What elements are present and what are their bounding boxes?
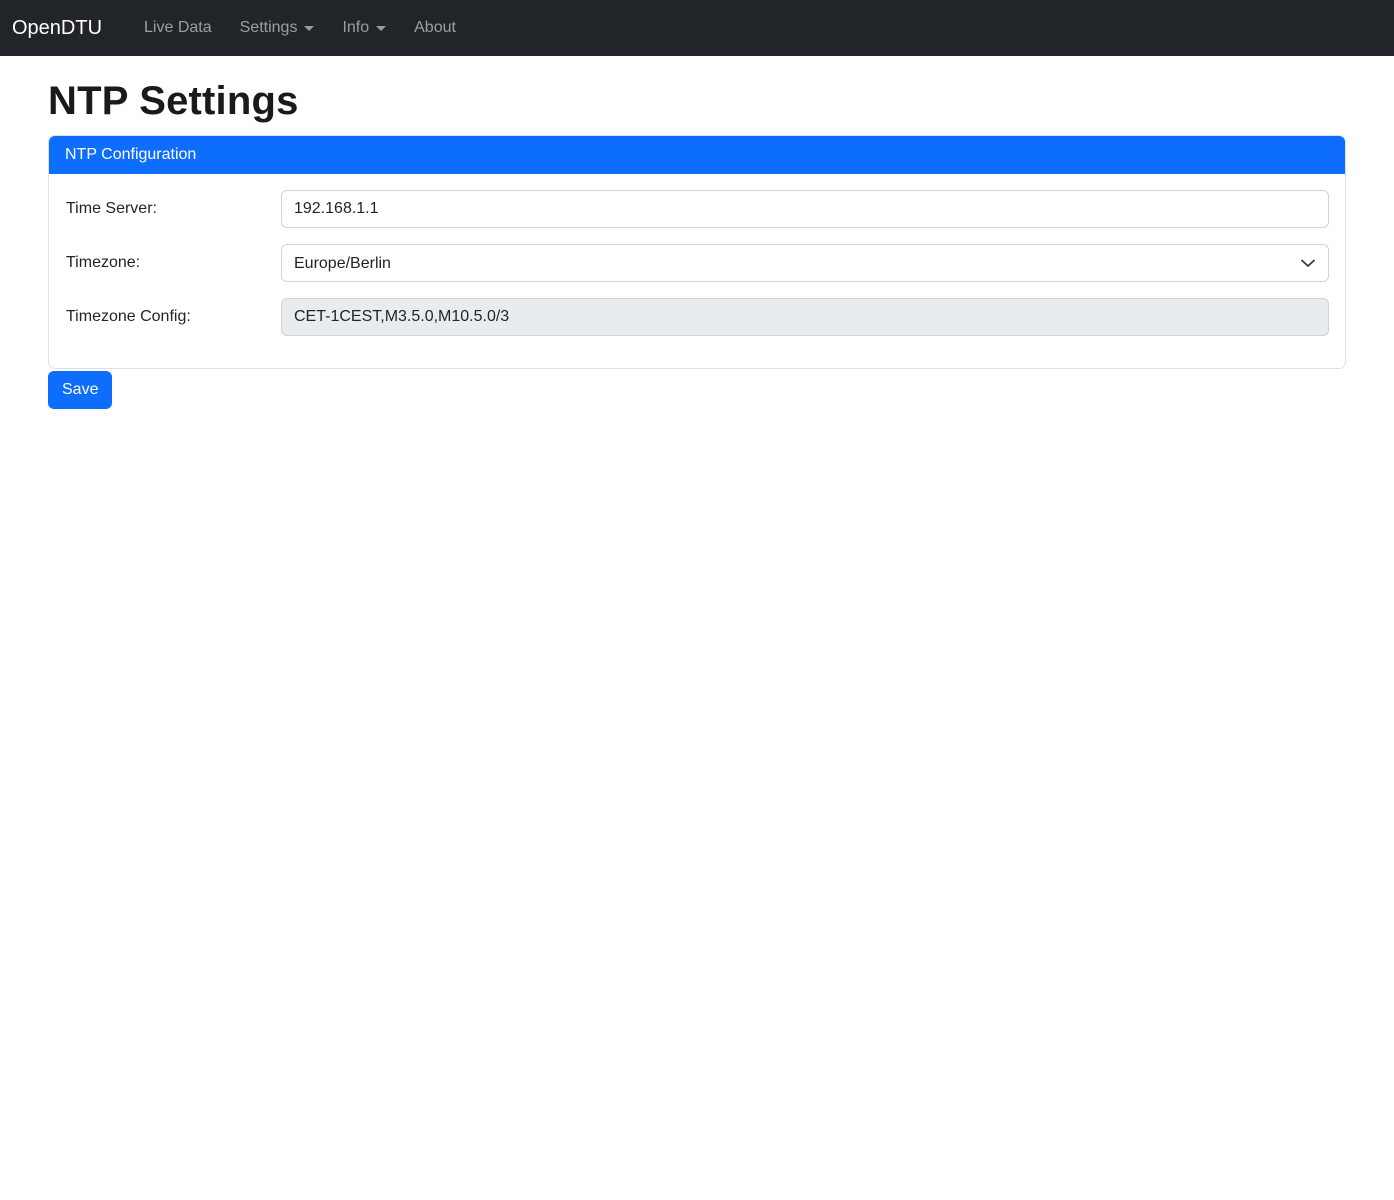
ntp-configuration-card: NTP Configuration Time Server: Timezone:…: [48, 135, 1346, 369]
navbar: OpenDTU Live Data Settings Info About: [0, 0, 1394, 56]
chevron-down-icon: [376, 26, 386, 31]
brand-logo[interactable]: OpenDTU: [12, 17, 102, 40]
chevron-down-icon: [304, 26, 314, 31]
nav-item-settings[interactable]: Settings: [240, 11, 315, 45]
timezone-field-col: Europe/Berlin: [281, 244, 1329, 282]
form-row-timezone-config: Timezone Config:: [65, 298, 1329, 336]
form-row-time-server: Time Server:: [65, 190, 1329, 228]
nav-item-label: About: [414, 19, 456, 37]
nav-item-info[interactable]: Info: [342, 11, 386, 45]
nav-item-label: Info: [342, 19, 369, 37]
page-title: NTP Settings: [48, 77, 1346, 125]
card-body: Time Server: Timezone: Europe/Berlin T: [49, 174, 1345, 368]
timezone-config-input: [281, 298, 1329, 336]
nav-links: Live Data Settings Info About: [130, 11, 470, 45]
save-button[interactable]: Save: [48, 371, 112, 409]
nav-item-live-data[interactable]: Live Data: [144, 11, 212, 45]
timezone-config-label: Timezone Config:: [65, 308, 281, 326]
timezone-select[interactable]: Europe/Berlin: [281, 244, 1329, 282]
timezone-config-field-col: [281, 298, 1329, 336]
card-header: NTP Configuration: [49, 136, 1345, 174]
time-server-field-col: [281, 190, 1329, 228]
time-server-label: Time Server:: [65, 200, 281, 218]
timezone-label: Timezone:: [65, 254, 281, 272]
nav-item-label: Live Data: [144, 19, 212, 37]
main-content: NTP Settings NTP Configuration Time Serv…: [36, 56, 1358, 409]
nav-item-label: Settings: [240, 19, 298, 37]
nav-item-about[interactable]: About: [414, 11, 456, 45]
time-server-input[interactable]: [281, 190, 1329, 228]
form-row-timezone: Timezone: Europe/Berlin: [65, 244, 1329, 282]
